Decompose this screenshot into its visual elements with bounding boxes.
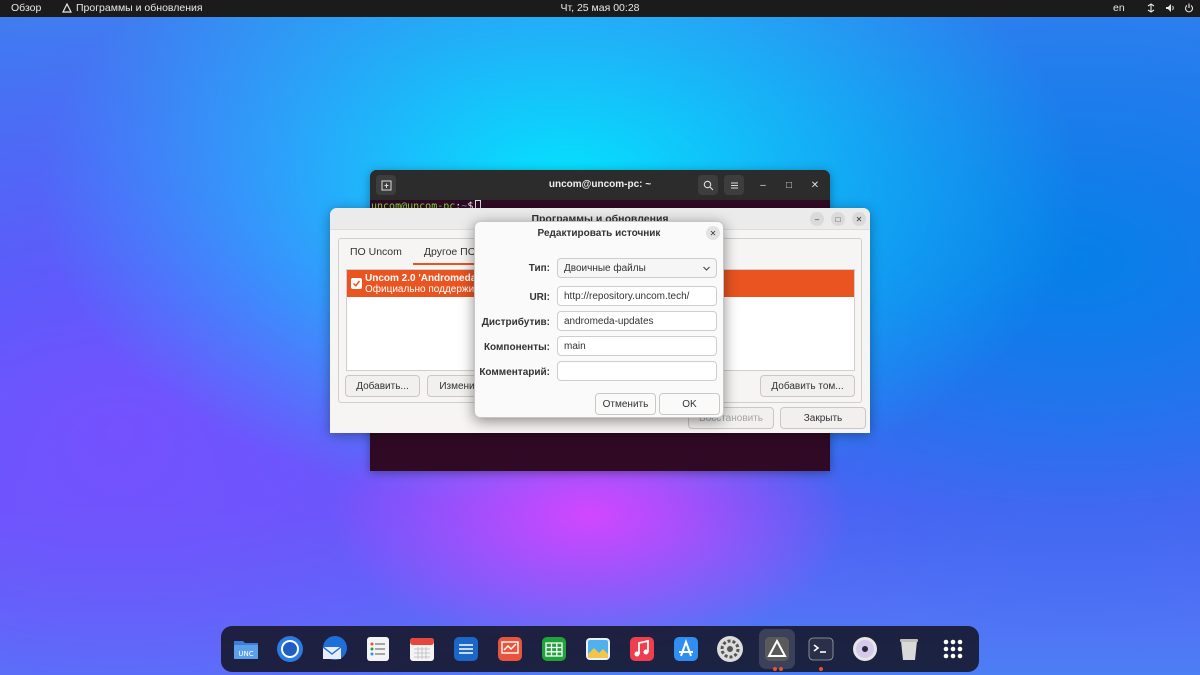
close-button[interactable]: ✕ (808, 178, 822, 192)
minimize-icon: – (814, 214, 820, 224)
keyboard-layout-indicator[interactable]: en (1113, 2, 1125, 14)
maximize-button[interactable]: □ (831, 212, 845, 226)
components-field[interactable]: main (557, 336, 717, 356)
tab-bar: ПО Uncom Другое ПО (339, 239, 487, 265)
minimize-icon: – (760, 179, 766, 191)
system-tray[interactable] (1146, 3, 1194, 13)
dock-item-browser[interactable] (276, 635, 304, 663)
browser-icon (277, 636, 303, 662)
edit-source-dialog[interactable]: Редактировать источник ✕ Тип: Двоичные ф… (474, 221, 724, 418)
terminal-search-button[interactable] (698, 175, 718, 195)
activities-button[interactable]: Обзор (11, 2, 41, 14)
maximize-icon: □ (785, 179, 793, 191)
chevron-down-icon (703, 266, 710, 271)
dock-item-files[interactable]: UNC (232, 635, 260, 663)
add-volume-button[interactable]: Добавить том... (760, 375, 855, 397)
dialog-header: Редактировать источник ✕ (475, 222, 723, 244)
close-window-button[interactable]: Закрыть (780, 407, 866, 429)
repo-description: Официально поддержива (365, 284, 485, 295)
volume-icon (1166, 4, 1174, 12)
disc-icon (853, 637, 877, 661)
type-label: Тип: (528, 263, 550, 274)
running-indicator (779, 667, 783, 671)
uri-label: URI: (529, 292, 550, 303)
comment-label: Комментарий: (479, 367, 550, 378)
dock-item-calendar[interactable] (408, 635, 436, 663)
calendar-icon (410, 638, 434, 661)
spreadsheet-icon (542, 637, 566, 661)
presentation-icon (498, 637, 522, 661)
dock-item-app-grid[interactable] (939, 635, 967, 663)
repo-name: Uncom 2.0 'Andromeda' (365, 273, 479, 284)
uri-field[interactable]: http://repository.uncom.tech/ (557, 286, 717, 306)
maximize-button[interactable]: □ (782, 178, 796, 192)
app-store-icon (674, 637, 698, 661)
terminal-icon (808, 637, 834, 661)
files-icon: UNC (234, 641, 258, 659)
software-updater-icon (62, 3, 72, 13)
dock-item-trash[interactable] (895, 635, 923, 663)
dock-item-music[interactable] (628, 635, 656, 663)
top-bar: Обзор Программы и обновления Чт, 25 мая … (0, 0, 1200, 17)
svg-text:UNC: UNC (238, 650, 253, 658)
hamburger-menu-icon (730, 181, 738, 189)
close-icon: ✕ (810, 179, 820, 191)
document-icon (454, 637, 478, 661)
close-icon: ✕ (855, 214, 863, 224)
dock-item-settings[interactable] (716, 635, 744, 663)
settings-icon (717, 636, 743, 662)
minimize-button[interactable]: – (810, 212, 824, 226)
power-icon (1184, 3, 1194, 13)
dock-item-disc[interactable] (851, 635, 879, 663)
dock-item-image-viewer[interactable] (584, 635, 612, 663)
dock-item-tasks[interactable] (364, 635, 392, 663)
dock-item-mail[interactable] (320, 635, 348, 663)
cancel-button[interactable]: Отменить (595, 393, 656, 415)
dialog-title: Редактировать источник (537, 228, 661, 239)
dock-item-software-updater[interactable] (763, 635, 791, 663)
search-icon (703, 180, 713, 190)
image-viewer-icon (586, 638, 610, 660)
terminal-menu-button[interactable] (724, 175, 744, 195)
type-combo-value: Двоичные файлы (564, 263, 646, 274)
running-indicator (819, 667, 823, 671)
network-icon (1147, 3, 1155, 13)
minimize-button[interactable]: – (756, 178, 770, 192)
checkmark-icon (352, 280, 361, 287)
trash-icon (900, 639, 918, 660)
comment-field[interactable] (557, 361, 717, 381)
software-updater-icon (765, 637, 789, 661)
components-label: Компоненты: (483, 342, 550, 353)
terminal-header-bar[interactable]: uncom@uncom-pc: ~ – □ ✕ (370, 170, 830, 200)
dock: UNC (221, 626, 979, 672)
distribution-label: Дистрибутив: (481, 317, 550, 328)
tab-uncom-software[interactable]: ПО Uncom (339, 239, 413, 265)
app-menu[interactable]: Программы и обновления (62, 2, 203, 14)
distribution-field-value: andromeda-updates (564, 316, 654, 327)
app-grid-icon (943, 639, 963, 659)
dock-item-app-store[interactable] (672, 635, 700, 663)
mail-icon (322, 636, 347, 660)
close-icon: ✕ (709, 228, 717, 238)
dock-item-document[interactable] (452, 635, 480, 663)
music-icon (630, 637, 654, 661)
dialog-close-button[interactable]: ✕ (706, 226, 720, 240)
maximize-icon: □ (835, 214, 841, 224)
dock-item-spreadsheet[interactable] (540, 635, 568, 663)
dock-item-terminal[interactable] (807, 635, 835, 663)
close-button[interactable]: ✕ (852, 212, 866, 226)
app-menu-label: Программы и обновления (76, 2, 203, 14)
repo-enabled-checkbox[interactable] (351, 278, 362, 289)
ok-button[interactable]: OK (659, 393, 720, 415)
dock-item-presentation[interactable] (496, 635, 524, 663)
distribution-field[interactable]: andromeda-updates (557, 311, 717, 331)
type-combo[interactable]: Двоичные файлы (557, 258, 717, 278)
running-indicator (773, 667, 777, 671)
tasks-icon (367, 637, 389, 661)
components-field-value: main (564, 341, 586, 352)
add-button[interactable]: Добавить... (345, 375, 420, 397)
uri-field-value: http://repository.uncom.tech/ (564, 291, 690, 302)
